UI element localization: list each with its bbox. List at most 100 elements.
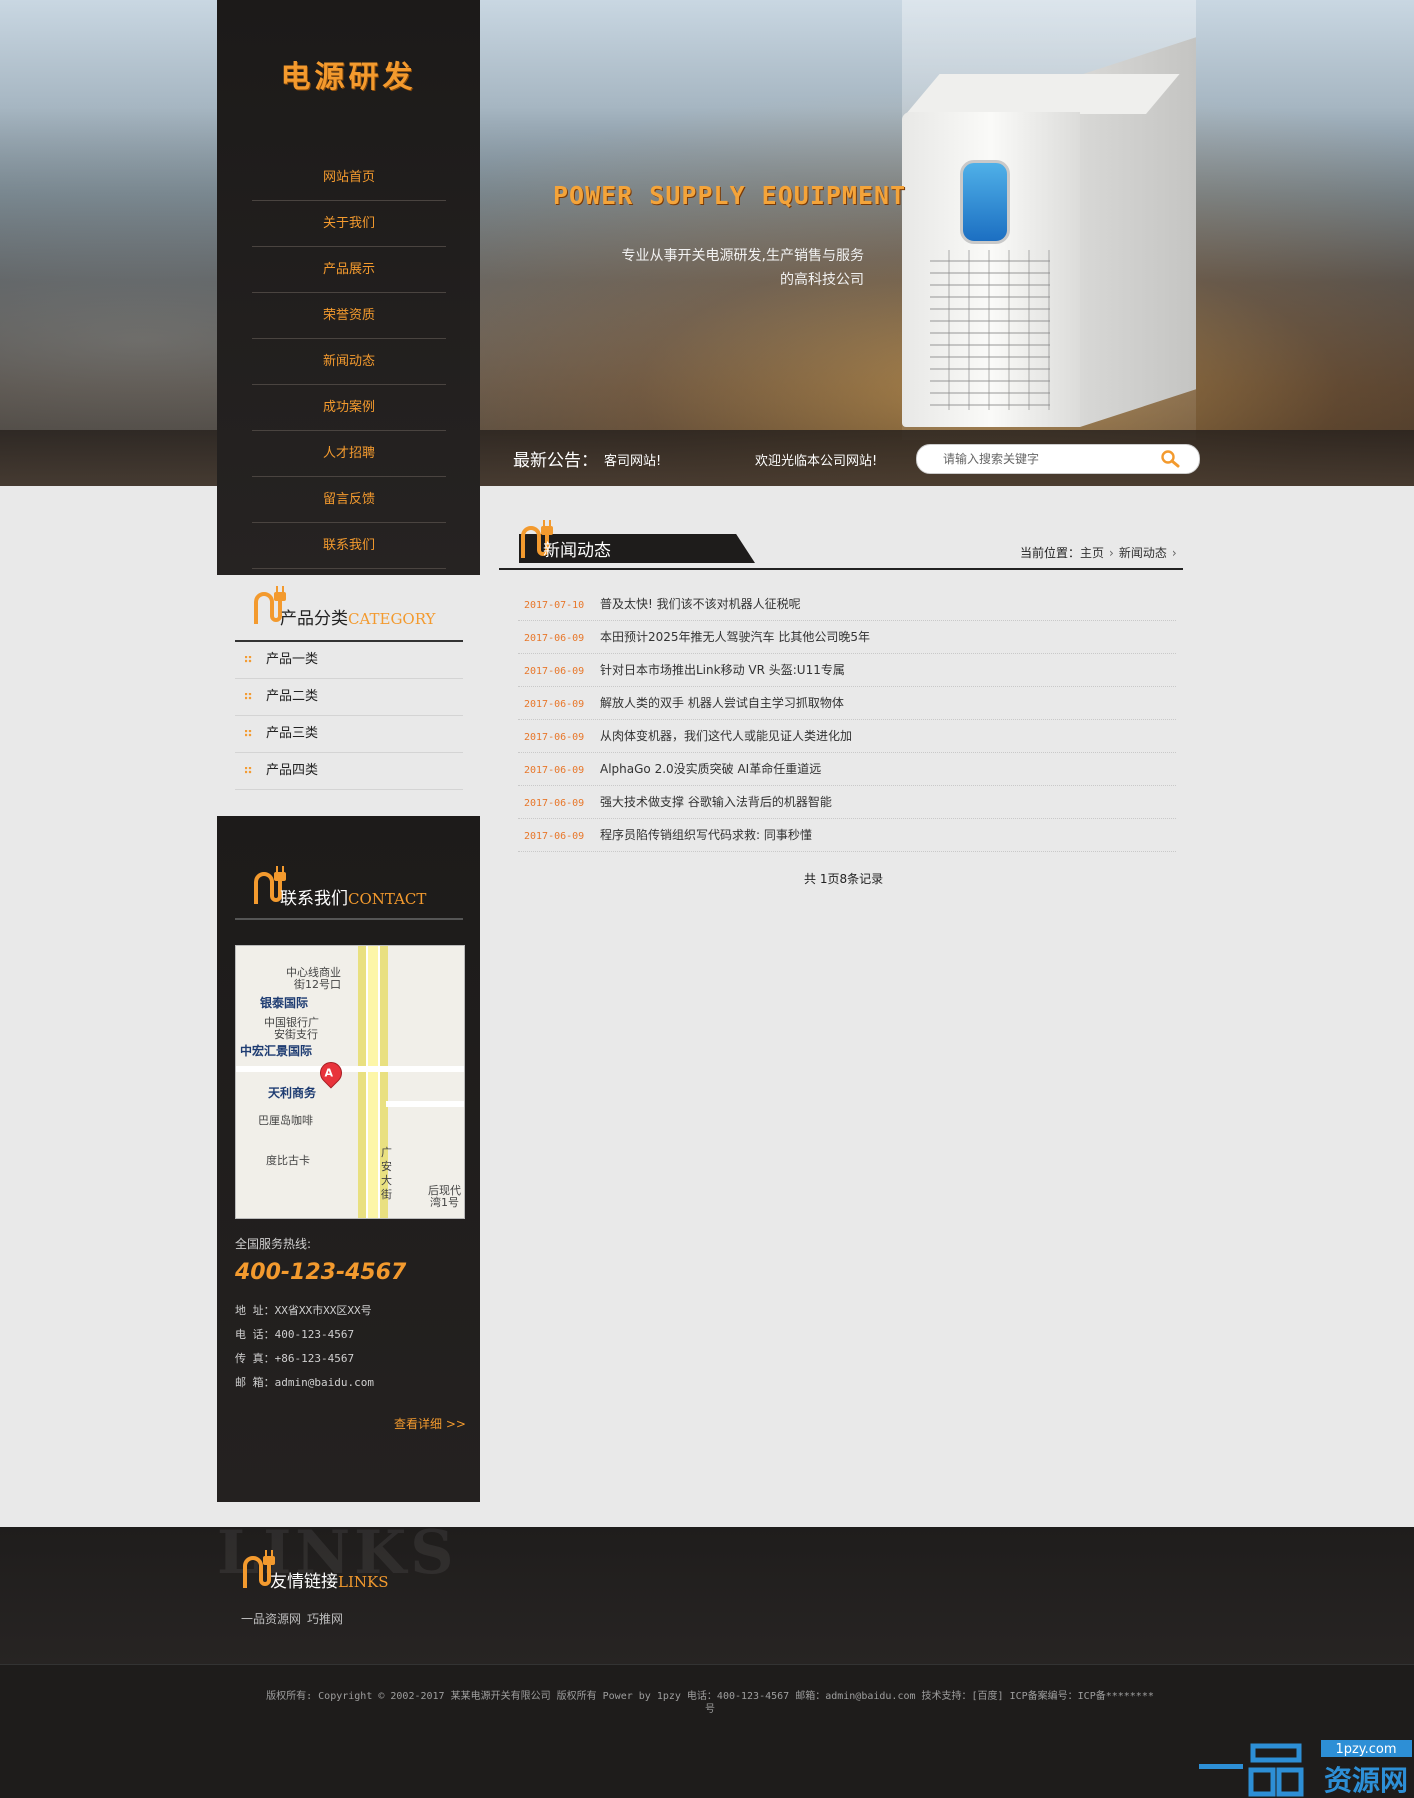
notice-marquee-text[interactable]: 客司网站! bbox=[604, 450, 661, 469]
notice-bar bbox=[0, 430, 1414, 486]
search-icon bbox=[1161, 450, 1180, 468]
news-item[interactable]: 2017-06-09 解放人类的双手 机器人尝试自主学习抓取物体 bbox=[518, 687, 1176, 720]
footer-copyright: 版权所有: Copyright © 2002-2017 某某电源开关有限公司 版… bbox=[220, 1690, 1200, 1716]
map-label: 巴厘岛咖啡 bbox=[258, 1114, 313, 1127]
chevron-right-icon: › bbox=[1171, 546, 1177, 560]
category-item[interactable]: 产品四类 bbox=[235, 753, 463, 790]
map-road bbox=[236, 1066, 464, 1072]
chevron-right-icon: › bbox=[1109, 546, 1114, 560]
map-pin-icon[interactable]: A bbox=[315, 1057, 347, 1089]
brand-domain: 1pzy.com bbox=[1335, 1742, 1396, 1757]
search-button[interactable] bbox=[1157, 447, 1183, 471]
map-label: 天利商务 bbox=[268, 1086, 317, 1100]
main-nav: 网站首页 关于我们 产品展示 荣誉资质 新闻动态 成功案例 人才招聘 留言反馈 … bbox=[252, 155, 446, 569]
news-item[interactable]: 2017-06-09 本田预计2025年推无人驾驶汽车 比其他公司晚5年 bbox=[518, 621, 1176, 654]
brand-name: 资源网 bbox=[1324, 1764, 1408, 1797]
news-list: 2017-07-10 普及太快! 我们该不该对机器人征税呢 2017-06-09 本… bbox=[518, 588, 1176, 852]
map-label: 湾1号 bbox=[430, 1196, 459, 1209]
breadcrumb-current-link[interactable]: 新闻动态 bbox=[1119, 546, 1167, 560]
contact-address: 地 址：XX省XX市XX区XX号 bbox=[235, 1304, 372, 1317]
brand-watermark-logo: 1pzy.com 资源网 bbox=[1199, 1740, 1412, 1797]
news-item[interactable]: 2017-07-10 普及太快! 我们该不该对机器人征税呢 bbox=[518, 588, 1176, 621]
nav-item-about[interactable]: 关于我们 bbox=[252, 201, 446, 247]
news-item-title[interactable]: 普及太快! 我们该不该对机器人征税呢 bbox=[600, 597, 801, 611]
map-label: 中宏汇景国际 bbox=[240, 1044, 313, 1058]
bullet-icon bbox=[245, 730, 252, 737]
news-item[interactable]: 2017-06-09 强大技术做支撑 谷歌输入法背后的机器智能 bbox=[518, 786, 1176, 819]
news-item-title[interactable]: 从肉体变机器，我们这代人或能见证人类进化加 bbox=[600, 729, 852, 743]
slogan-sub-line-2: 的高科技公司 bbox=[780, 272, 864, 288]
footer-line-2: 号 bbox=[705, 1704, 715, 1715]
contact-title: 联系我们CONTACT bbox=[280, 884, 426, 909]
product-cabinet-top bbox=[906, 74, 1180, 114]
nav-item-feedback[interactable]: 留言反馈 bbox=[252, 477, 446, 523]
banner-slogan: POWER SUPPLY EQUIPMENT bbox=[553, 181, 907, 210]
news-item-title[interactable]: 程序员陷传销组织写代码求救: 同事秒懂 bbox=[600, 828, 812, 842]
news-date: 2017-06-09 bbox=[524, 666, 585, 677]
site-logo[interactable]: 电源研发 bbox=[217, 52, 480, 96]
pagination-summary: 共 1页8条记录 bbox=[804, 872, 884, 886]
news-item[interactable]: 2017-06-09 从肉体变机器，我们这代人或能见证人类进化加 bbox=[518, 720, 1176, 753]
nav-item-products[interactable]: 产品展示 bbox=[252, 247, 446, 293]
map-label: 度比古卡 bbox=[266, 1154, 310, 1167]
location-map[interactable]: 中心线商业 街12号口 银泰国际 中国银行广 安街支行 中宏汇景国际 天利商务 … bbox=[235, 945, 465, 1219]
news-item[interactable]: 2017-06-09 针对日本市场推出Link移动 VR 头盔:U11专属 bbox=[518, 654, 1176, 687]
bullet-icon bbox=[245, 656, 252, 663]
category-list: 产品一类 产品二类 产品三类 产品四类 bbox=[235, 642, 463, 790]
slogan-sub-line-1: 专业从事开关电源研发,生产销售与服务 bbox=[621, 248, 864, 264]
contact-email: 邮 箱：admin@baidu.com bbox=[235, 1376, 374, 1389]
bullet-icon bbox=[245, 693, 252, 700]
contact-more-link[interactable]: 查看详细 >> bbox=[394, 1415, 466, 1432]
links-title-cn: 友情链接 bbox=[270, 1572, 338, 1592]
news-item-title[interactable]: 解放人类的双手 机器人尝试自主学习抓取物体 bbox=[600, 696, 844, 710]
nav-item-honors[interactable]: 荣誉资质 bbox=[252, 293, 446, 339]
map-label: 银泰国际 bbox=[260, 996, 309, 1010]
category-item-label: 产品一类 bbox=[266, 652, 319, 667]
notice-marquee-text-2[interactable]: 欢迎光临本公司网站! bbox=[755, 450, 877, 469]
news-item[interactable]: 2017-06-09 程序员陷传销组织写代码求救: 同事秒懂 bbox=[518, 819, 1176, 852]
bullet-icon bbox=[245, 767, 252, 774]
nav-item-cases[interactable]: 成功案例 bbox=[252, 385, 446, 431]
news-item-title[interactable]: 本田预计2025年推无人驾驶汽车 比其他公司晚5年 bbox=[600, 630, 870, 644]
news-date: 2017-06-09 bbox=[524, 732, 585, 743]
map-label: 街 bbox=[381, 1188, 392, 1201]
news-date: 2017-06-09 bbox=[524, 831, 585, 842]
breadcrumb-label: 当前位置： bbox=[1020, 546, 1081, 560]
search-input[interactable] bbox=[943, 449, 1153, 469]
nav-item-home[interactable]: 网站首页 bbox=[252, 155, 446, 201]
contact-title-en: CONTACT bbox=[348, 890, 427, 908]
friend-links-title: 友情链接LINKS bbox=[270, 1567, 389, 1592]
nav-item-news[interactable]: 新闻动态 bbox=[252, 339, 446, 385]
breadcrumb-home-link[interactable]: 主页 bbox=[1080, 546, 1104, 560]
news-item[interactable]: 2017-06-09 AlphaGo 2.0没实质突破 AI革命任重道远 bbox=[518, 753, 1176, 786]
nav-item-jobs[interactable]: 人才招聘 bbox=[252, 431, 446, 477]
nav-item-contact[interactable]: 联系我们 bbox=[252, 523, 446, 569]
hero-banner bbox=[0, 0, 1414, 486]
friend-link[interactable]: 巧推网 bbox=[307, 1612, 343, 1626]
footer-line-1: 版权所有: Copyright © 2002-2017 某某电源开关有限公司 版… bbox=[266, 1691, 1154, 1702]
category-item-label: 产品四类 bbox=[266, 763, 319, 778]
category-item[interactable]: 产品一类 bbox=[235, 642, 463, 679]
news-item-title[interactable]: 针对日本市场推出Link移动 VR 头盔:U11专属 bbox=[600, 663, 845, 677]
news-date: 2017-06-09 bbox=[524, 798, 585, 809]
category-title-en: CATEGORY bbox=[348, 610, 436, 628]
category-item-label: 产品二类 bbox=[266, 689, 319, 704]
map-label: 安街支行 bbox=[274, 1028, 318, 1041]
map-label: 街12号口 bbox=[294, 978, 341, 991]
contact-phone: 电 话：400-123-4567 bbox=[235, 1328, 355, 1341]
map-road bbox=[386, 1101, 464, 1107]
product-display-panel bbox=[960, 160, 1010, 244]
friend-link[interactable]: 一品资源网 bbox=[241, 1612, 301, 1626]
category-item[interactable]: 产品三类 bbox=[235, 716, 463, 753]
category-title: 产品分类CATEGORY bbox=[280, 604, 435, 629]
map-pin-label: A bbox=[324, 1066, 333, 1080]
news-date: 2017-06-09 bbox=[524, 765, 585, 776]
category-item-label: 产品三类 bbox=[266, 726, 319, 741]
category-title-cn: 产品分类 bbox=[280, 609, 348, 629]
category-item[interactable]: 产品二类 bbox=[235, 679, 463, 716]
news-section-title: 新闻动态 bbox=[543, 541, 611, 561]
news-item-title[interactable]: 强大技术做支撑 谷歌输入法背后的机器智能 bbox=[600, 795, 832, 809]
news-item-title[interactable]: AlphaGo 2.0没实质突破 AI革命任重道远 bbox=[600, 762, 821, 776]
notice-label: 最新公告： bbox=[513, 451, 598, 471]
hotline-label: 全国服务热线: bbox=[235, 1237, 312, 1251]
